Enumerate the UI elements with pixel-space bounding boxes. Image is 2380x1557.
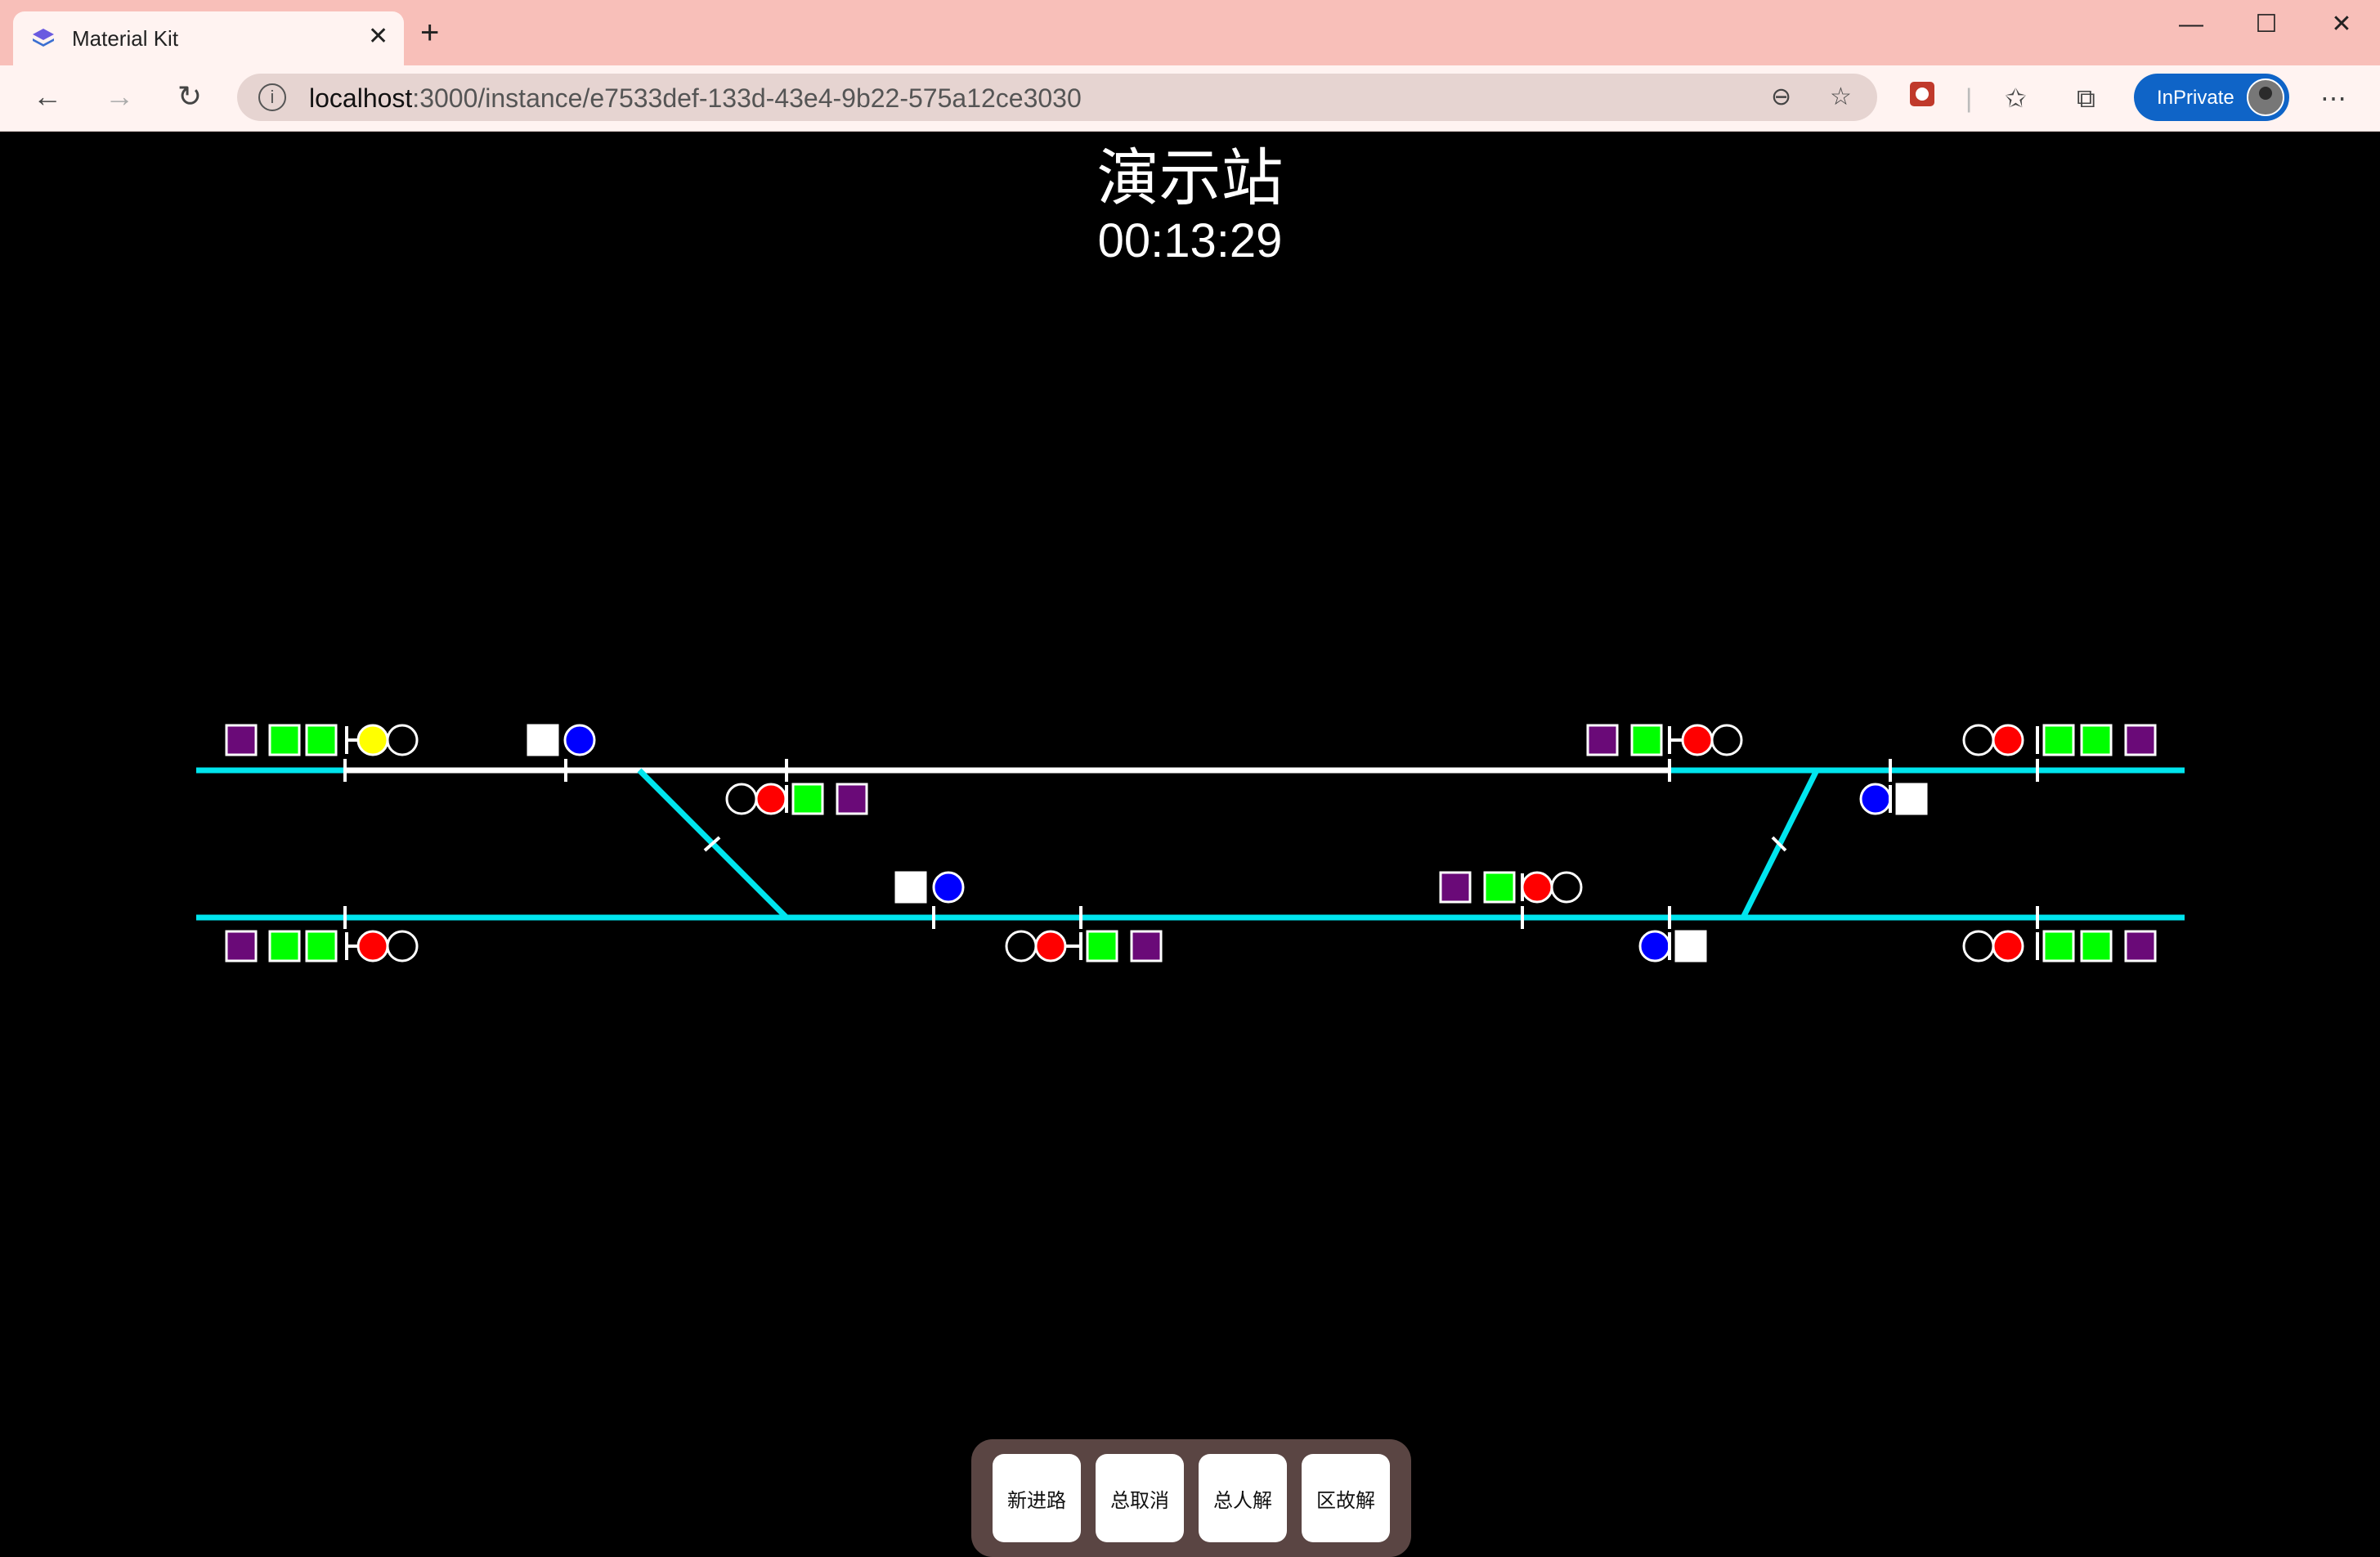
- signal-upper-west-entry[interactable]: [225, 724, 419, 756]
- signal-lamp-off: [1962, 930, 1995, 962]
- signal-lamp-blue: [932, 871, 965, 904]
- signal-button-purple[interactable]: [2124, 724, 2157, 756]
- signal-lamp-red: [1034, 930, 1067, 962]
- signal-lamp-off: [1710, 724, 1743, 756]
- signal-button-green[interactable]: [1086, 930, 1118, 962]
- new-route-button[interactable]: 新进路: [993, 1454, 1081, 1542]
- signal-button-green[interactable]: [1630, 724, 1663, 756]
- signal-button-green[interactable]: [268, 930, 301, 962]
- signal-upper-west-shunt[interactable]: [527, 724, 596, 756]
- signal-lamp-red: [1521, 871, 1553, 904]
- signal-upper-east-entry[interactable]: [1962, 724, 2157, 756]
- manual-release-button[interactable]: 总人解: [1199, 1454, 1287, 1542]
- signal-lamp-red: [1992, 930, 2024, 962]
- signal-lamp-off: [725, 783, 758, 815]
- signal-lamp-red: [356, 930, 389, 962]
- signal-button-purple[interactable]: [225, 930, 258, 962]
- insulation-joints: [343, 759, 2039, 929]
- signal-lower-inner-west[interactable]: [1005, 930, 1163, 962]
- signal-lower-inner-west-shunt[interactable]: [894, 871, 965, 904]
- signal-lamp-blue: [563, 724, 596, 756]
- signal-button-white[interactable]: [527, 724, 559, 756]
- signal-lamp-off: [386, 724, 419, 756]
- signal-button-green[interactable]: [1483, 871, 1516, 904]
- signal-button-green[interactable]: [791, 783, 824, 815]
- signal-button-green[interactable]: [2042, 724, 2075, 756]
- signal-button-green[interactable]: [305, 724, 338, 756]
- signal-lower-west-entry[interactable]: [225, 930, 419, 962]
- signal-lamp-red: [1681, 724, 1714, 756]
- signal-upper-inner-west[interactable]: [725, 783, 868, 815]
- signal-button-green[interactable]: [268, 724, 301, 756]
- signal-button-white[interactable]: [1674, 930, 1707, 962]
- signal-button-purple[interactable]: [1439, 871, 1472, 904]
- signal-button-purple[interactable]: [225, 724, 258, 756]
- signal-button-green[interactable]: [2080, 930, 2113, 962]
- signal-button-green[interactable]: [2080, 724, 2113, 756]
- signal-button-purple[interactable]: [2124, 930, 2157, 962]
- signal-button-white[interactable]: [1895, 783, 1928, 815]
- signal-button-purple[interactable]: [836, 783, 868, 815]
- signal-lower-inner-east[interactable]: [1439, 871, 1583, 904]
- signal-button-purple[interactable]: [1130, 930, 1163, 962]
- signal-lower-east-shunt[interactable]: [1638, 930, 1707, 962]
- signal-upper-inner-east[interactable]: [1586, 724, 1743, 756]
- signal-lamp-red: [1992, 724, 2024, 756]
- station-track-diagram: [196, 724, 2185, 962]
- signal-button-purple[interactable]: [1586, 724, 1619, 756]
- signal-button-green[interactable]: [2042, 930, 2075, 962]
- signal-lamp-off: [1550, 871, 1583, 904]
- signal-lamp-off: [1005, 930, 1038, 962]
- section-fault-release-button[interactable]: 区故解: [1302, 1454, 1390, 1542]
- cancel-all-button[interactable]: 总取消: [1096, 1454, 1184, 1542]
- signal-button-green[interactable]: [305, 930, 338, 962]
- signal-lamp-yellow: [356, 724, 389, 756]
- signal-lamp-off: [386, 930, 419, 962]
- signal-lower-east-entry[interactable]: [1962, 930, 2157, 962]
- signal-lamp-blue: [1859, 783, 1892, 815]
- control-panel: 新进路 总取消 总人解 区故解: [971, 1439, 1411, 1557]
- signal-lamp-red: [755, 783, 787, 815]
- signal-upper-east-shunt[interactable]: [1859, 783, 1928, 815]
- signal-lamp-off: [1962, 724, 1995, 756]
- signal-lamp-blue: [1638, 930, 1671, 962]
- signal-button-white[interactable]: [894, 871, 927, 904]
